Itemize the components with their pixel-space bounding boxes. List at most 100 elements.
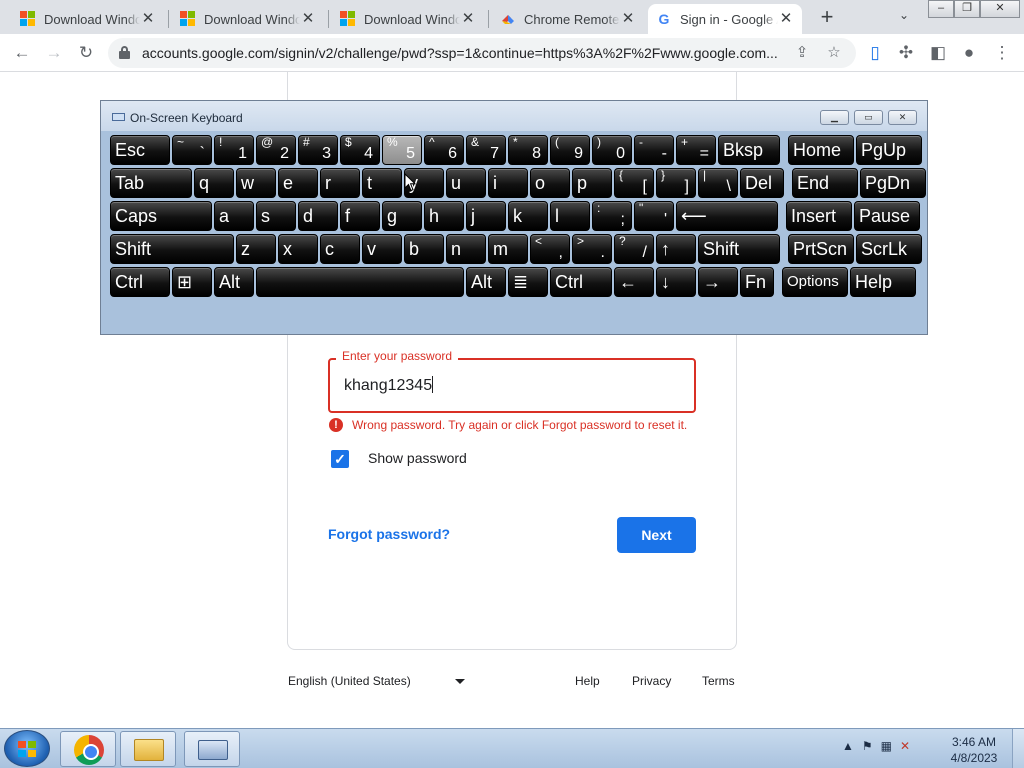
osk-key-4-12[interactable]: Help xyxy=(850,267,916,297)
osk-key-0-16[interactable]: PgUp xyxy=(856,135,922,165)
forward-icon[interactable]: → xyxy=(43,42,65,64)
osk-key-2-9[interactable]: l xyxy=(550,201,590,231)
osk-key-3-2[interactable]: x xyxy=(278,234,318,264)
osk-key-3-11[interactable]: ↑ xyxy=(656,234,696,264)
restore-icon[interactable]: ❐ xyxy=(954,0,980,18)
osk-key-0-8[interactable]: & 7 xyxy=(466,135,506,165)
osk-key-3-14[interactable]: ScrLk xyxy=(856,234,922,264)
osk-key-0-7[interactable]: ^ 6 xyxy=(424,135,464,165)
footer-help-link[interactable]: Help xyxy=(575,674,600,688)
close-icon[interactable]: ✕ xyxy=(778,11,794,27)
osk-key-1-8[interactable]: i xyxy=(488,168,528,198)
osk-key-4-6[interactable]: Ctrl xyxy=(550,267,612,297)
osk-key-2-10[interactable]: :; xyxy=(592,201,632,231)
tab-download-windows-2[interactable]: Download Windo ✕ xyxy=(172,4,324,34)
share-icon[interactable]: ⇪ xyxy=(792,43,812,63)
osk-key-3-7[interactable]: m xyxy=(488,234,528,264)
minimize-icon[interactable]: ▁ xyxy=(820,110,849,125)
tab-chrome-remote-desktop[interactable]: Chrome Remote D ✕ xyxy=(492,4,644,34)
osk-key-2-14[interactable]: Pause xyxy=(854,201,920,231)
reload-icon[interactable]: ↻ xyxy=(75,42,97,64)
lock-icon[interactable] xyxy=(119,46,130,59)
volume-muted-icon[interactable]: ✕ xyxy=(900,739,910,753)
taskbar-on-screen-keyboard[interactable] xyxy=(184,731,240,767)
osk-key-0-3[interactable]: @2 xyxy=(256,135,296,165)
osk-key-4-11[interactable]: Options xyxy=(782,267,848,297)
show-password-checkbox[interactable]: ✓ xyxy=(331,450,349,468)
osk-key-3-9[interactable]: >. xyxy=(572,234,612,264)
tab-google-sign-in[interactable]: G Sign in - Google A ✕ xyxy=(648,4,802,34)
taskbar-chrome[interactable] xyxy=(60,731,116,767)
close-icon[interactable]: ✕ xyxy=(888,110,917,125)
osk-key-1-10[interactable]: p xyxy=(572,168,612,198)
close-icon[interactable]: ✕ xyxy=(460,11,476,27)
osk-key-2-12[interactable]: ⟵ xyxy=(676,201,778,231)
osk-key-1-2[interactable]: w xyxy=(236,168,276,198)
osk-key-2-13[interactable]: Insert xyxy=(786,201,852,231)
show-password-label[interactable]: Show password xyxy=(368,450,467,466)
osk-key-3-3[interactable]: c xyxy=(320,234,360,264)
osk-key-4-10[interactable]: Fn xyxy=(740,267,774,297)
osk-key-3-8[interactable]: <, xyxy=(530,234,570,264)
close-icon[interactable]: ✕ xyxy=(620,11,636,27)
forgot-password-link[interactable]: Forgot password? xyxy=(328,526,450,542)
osk-key-2-7[interactable]: j xyxy=(466,201,506,231)
osk-key-0-4[interactable]: #3 xyxy=(298,135,338,165)
osk-key-0-12[interactable]: -- xyxy=(634,135,674,165)
tab-download-windows-3[interactable]: Download Windo ✕ xyxy=(332,4,484,34)
bookmark-star-icon[interactable]: ☆ xyxy=(824,43,844,63)
menu-kebab-icon[interactable]: ⋮ xyxy=(991,42,1013,64)
osk-key-3-10[interactable]: ? / xyxy=(614,234,654,264)
back-icon[interactable]: ← xyxy=(11,42,33,64)
osk-key-2-2[interactable]: s xyxy=(256,201,296,231)
osk-key-3-6[interactable]: n xyxy=(446,234,486,264)
osk-key-4-0[interactable]: Ctrl xyxy=(110,267,170,297)
osk-key-2-6[interactable]: h xyxy=(424,201,464,231)
show-desktop-button[interactable] xyxy=(1012,729,1024,768)
osk-key-0-15[interactable]: Home xyxy=(788,135,854,165)
osk-title-bar[interactable]: On-Screen Keyboard ▁ ▭ ✕ xyxy=(101,101,927,131)
close-icon[interactable]: ✕ xyxy=(300,11,316,27)
system-clock[interactable]: 3:46 AM 4/8/2023 xyxy=(944,734,1004,766)
footer-privacy-link[interactable]: Privacy xyxy=(632,674,671,688)
action-center-flag-icon[interactable]: ⚑ xyxy=(862,739,873,753)
osk-key-1-1[interactable]: q xyxy=(194,168,234,198)
osk-key-4-2[interactable]: Alt xyxy=(214,267,254,297)
osk-key-1-15[interactable]: End xyxy=(792,168,858,198)
osk-key-0-13[interactable]: + = xyxy=(676,135,716,165)
osk-key-1-0[interactable]: Tab xyxy=(110,168,192,198)
restore-icon[interactable]: ▭ xyxy=(854,110,883,125)
osk-key-0-1[interactable]: ~ ` xyxy=(172,135,212,165)
address-bar[interactable]: accounts.google.com/signin/v2/challenge/… xyxy=(108,38,856,68)
tab-download-windows-1[interactable]: Download Windo ✕ xyxy=(12,4,164,34)
osk-key-0-5[interactable]: $4 xyxy=(340,135,380,165)
profile-avatar-icon[interactable]: ● xyxy=(958,42,980,64)
osk-key-4-3[interactable] xyxy=(256,267,464,297)
close-window-icon[interactable]: ✕ xyxy=(980,0,1020,18)
osk-key-0-2[interactable]: ! 1 xyxy=(214,135,254,165)
osk-key-3-5[interactable]: b xyxy=(404,234,444,264)
osk-key-3-1[interactable]: z xyxy=(236,234,276,264)
osk-key-4-4[interactable]: Alt xyxy=(466,267,506,297)
osk-key-0-14[interactable]: Bksp xyxy=(718,135,780,165)
osk-key-1-9[interactable]: o xyxy=(530,168,570,198)
osk-key-1-3[interactable]: e xyxy=(278,168,318,198)
osk-key-4-9[interactable]: → xyxy=(698,267,738,297)
osk-key-1-14[interactable]: Del xyxy=(740,168,784,198)
osk-key-2-5[interactable]: g xyxy=(382,201,422,231)
osk-key-4-5[interactable]: ≣ xyxy=(508,267,548,297)
osk-key-4-8[interactable]: ↓ xyxy=(656,267,696,297)
side-panel-icon[interactable]: ◧ xyxy=(927,42,949,64)
osk-key-1-4[interactable]: r xyxy=(320,168,360,198)
osk-key-2-3[interactable]: d xyxy=(298,201,338,231)
osk-key-2-1[interactable]: a xyxy=(214,201,254,231)
start-button[interactable] xyxy=(4,730,50,767)
osk-key-3-0[interactable]: Shift xyxy=(110,234,234,264)
osk-key-3-4[interactable]: v xyxy=(362,234,402,264)
osk-key-0-0[interactable]: Esc xyxy=(110,135,170,165)
osk-key-0-11[interactable]: ) 0 xyxy=(592,135,632,165)
minimize-icon[interactable]: – xyxy=(928,0,954,18)
osk-key-1-7[interactable]: u xyxy=(446,168,486,198)
osk-key-1-12[interactable]: }] xyxy=(656,168,696,198)
close-icon[interactable]: ✕ xyxy=(140,11,156,27)
